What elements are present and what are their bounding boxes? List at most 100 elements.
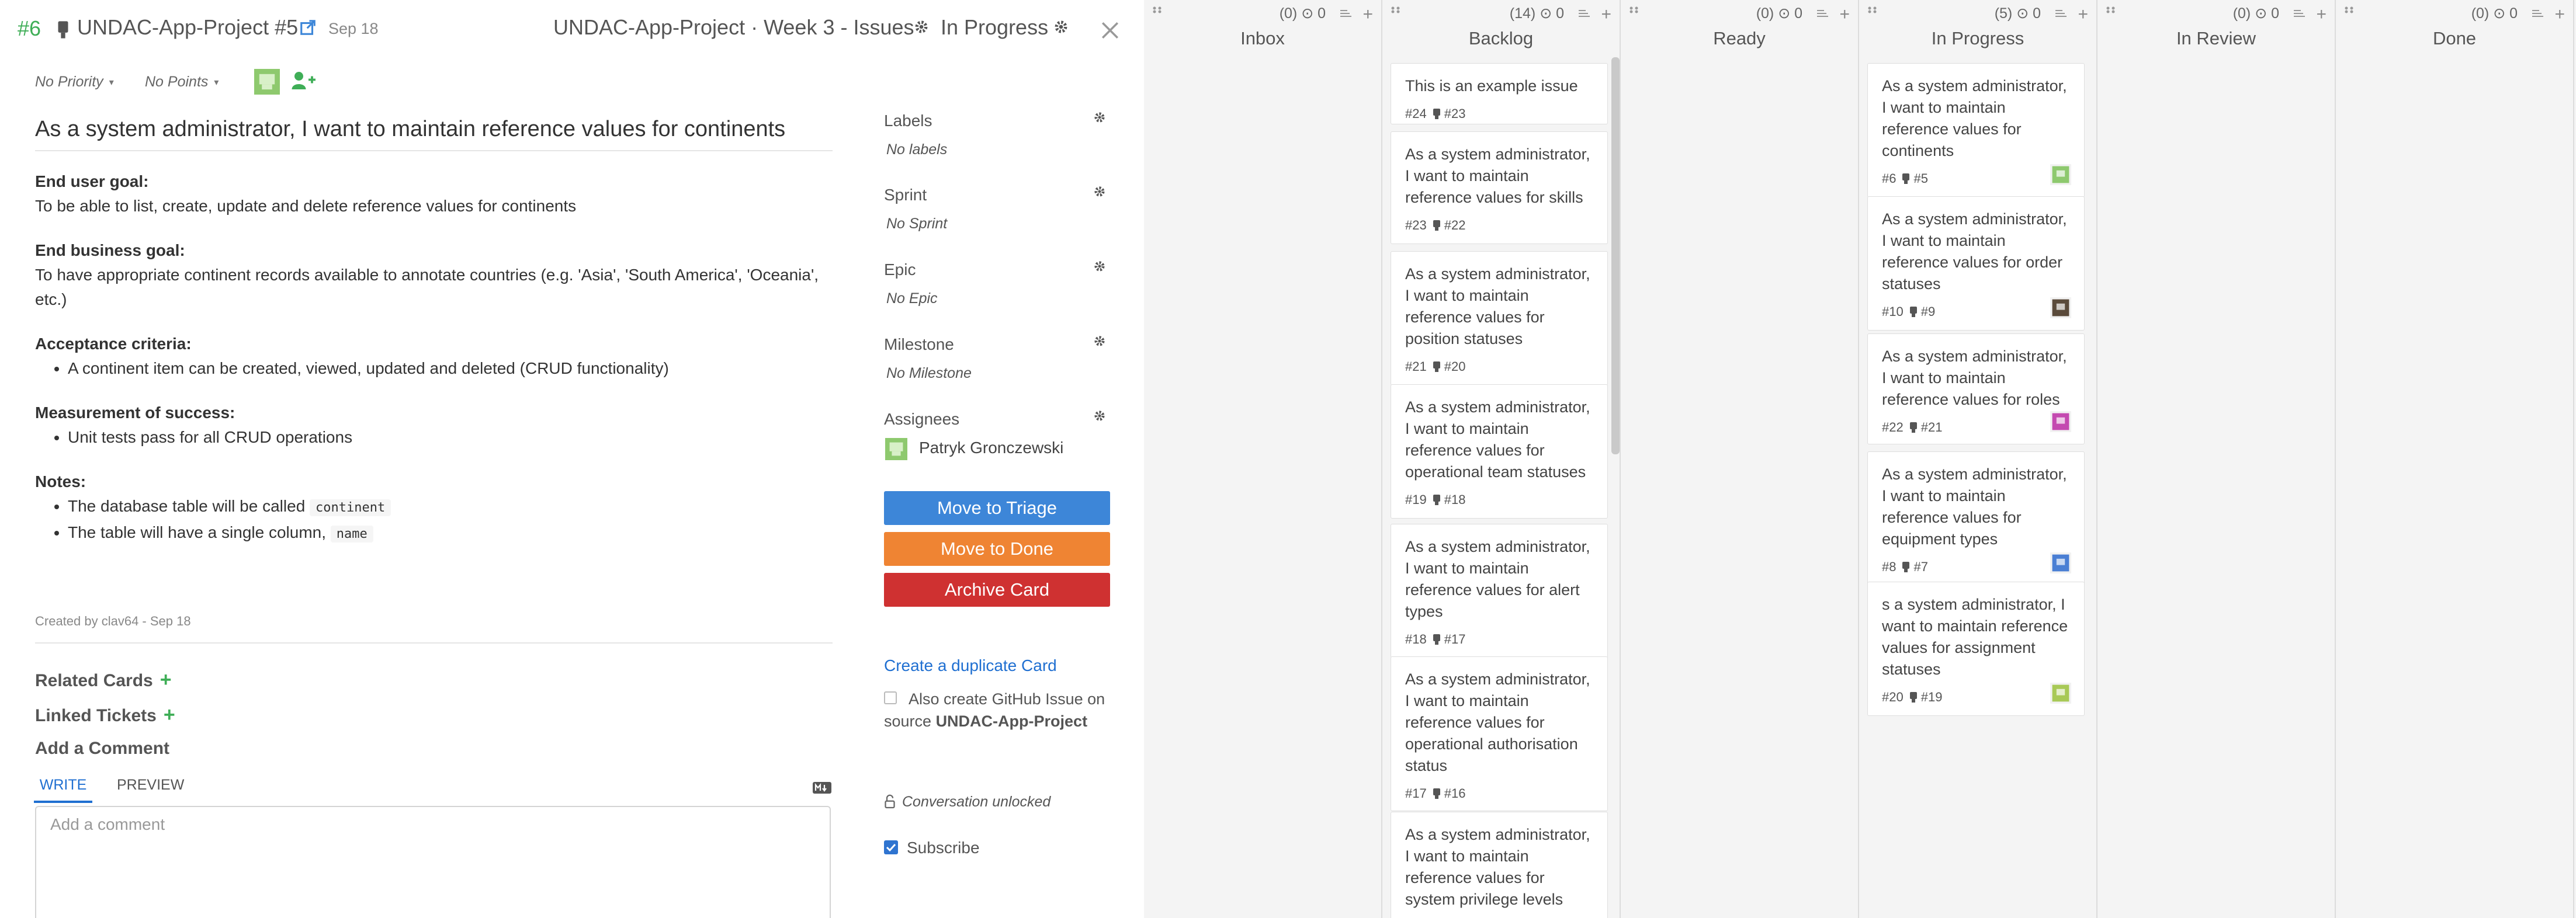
avatar[interactable] (2050, 164, 2071, 185)
gear-icon[interactable] (1094, 410, 1105, 422)
drag-handle-icon[interactable] (1867, 6, 1882, 14)
tab-write[interactable]: WRITE (34, 777, 92, 803)
add-card-button[interactable]: + (1601, 5, 1611, 25)
avatar[interactable] (2050, 297, 2071, 318)
drag-handle-icon[interactable] (2344, 6, 2359, 14)
issue-card[interactable]: As a system administrator, I want to mai… (1867, 451, 2085, 586)
avatar[interactable] (254, 69, 280, 95)
gear-icon[interactable] (1094, 112, 1105, 123)
add-card-button[interactable]: + (2078, 5, 2088, 25)
card-number[interactable]: #21 (1405, 359, 1427, 374)
sort-icon[interactable] (1816, 8, 1829, 19)
add-card-button[interactable]: + (1839, 5, 1850, 25)
close-icon[interactable] (1100, 20, 1120, 40)
card-number[interactable]: #19 (1405, 492, 1427, 507)
repo-link[interactable]: UNDAC-App-Project #5 (77, 15, 298, 40)
priority-dropdown[interactable]: No Priority ▾ (35, 74, 114, 91)
create-duplicate-link[interactable]: Create a duplicate Card (884, 656, 1057, 675)
sort-icon[interactable] (2054, 8, 2067, 19)
linked-pr-number[interactable]: #22 (1444, 218, 1466, 233)
card-number[interactable]: #17 (1405, 786, 1427, 801)
issue-card[interactable]: As a system administrator, I want to mai… (1391, 251, 1608, 385)
card-number[interactable]: #8 (1882, 559, 1896, 575)
milestone-value: No Milestone (886, 365, 972, 381)
issue-title[interactable]: As a system administrator, I want to mai… (35, 117, 833, 151)
linked-pr-number[interactable]: #18 (1444, 492, 1466, 507)
issue-card[interactable]: As a system administrator, I want to mai… (1391, 524, 1608, 658)
assignee-name[interactable]: Patryk Gronczewski (919, 439, 1063, 457)
sprint-breadcrumb[interactable]: UNDAC-App-Project · Week 3 - Issues (553, 15, 914, 40)
pipeline-status[interactable]: In Progress (941, 15, 1048, 40)
drag-handle-icon[interactable] (1391, 6, 1406, 14)
issue-card[interactable]: As a system administrator, I want to mai… (1867, 333, 2085, 444)
drag-handle-icon[interactable] (2106, 6, 2121, 14)
card-number[interactable]: #20 (1882, 690, 1904, 705)
points-dropdown[interactable]: No Points ▾ (145, 74, 219, 91)
sort-icon[interactable] (2293, 8, 2305, 19)
issue-card[interactable]: This is an example issue #24 #23 (1391, 63, 1608, 124)
linked-pr-number[interactable]: #16 (1444, 786, 1466, 801)
tab-preview[interactable]: PREVIEW (117, 777, 184, 794)
card-meta: #20 #19 (1882, 688, 2070, 706)
linked-pr-number[interactable]: #19 (1921, 690, 1943, 705)
card-number[interactable]: #18 (1405, 632, 1427, 647)
repo-icon (1433, 109, 1440, 119)
card-meta: #17 #16 (1405, 785, 1593, 802)
avatar[interactable] (2050, 552, 2071, 573)
scrollbar[interactable] (1611, 57, 1620, 454)
sort-icon[interactable] (2531, 8, 2544, 19)
gear-icon[interactable] (1094, 335, 1105, 347)
gear-icon[interactable] (1094, 186, 1105, 197)
external-link-icon[interactable] (299, 19, 317, 36)
issue-body: End user goal: To be able to list, creat… (35, 169, 835, 547)
add-linked-ticket-button[interactable]: + (164, 704, 175, 726)
sort-icon[interactable] (1578, 8, 1590, 19)
gear-icon[interactable] (1094, 260, 1105, 272)
sort-icon[interactable] (1339, 8, 1352, 19)
issue-number[interactable]: #6 (18, 16, 41, 41)
add-card-button[interactable]: + (2554, 5, 2565, 25)
card-number[interactable]: #24 (1405, 106, 1427, 121)
github-issue-checkbox[interactable] (884, 691, 897, 704)
linked-pr-number[interactable]: #5 (1913, 171, 1927, 186)
conversation-status[interactable]: Conversation unlocked (902, 794, 1050, 811)
add-card-button[interactable]: + (1362, 5, 1373, 25)
drag-handle-icon[interactable] (1152, 6, 1167, 14)
add-card-button[interactable]: + (2316, 5, 2327, 25)
issue-card[interactable]: As a system administrator, I want to mai… (1391, 384, 1608, 519)
milestone-heading: Milestone (884, 335, 954, 353)
avatar[interactable] (2050, 683, 2071, 704)
issue-card[interactable]: As a system administrator, I want to mai… (1391, 131, 1608, 244)
card-number[interactable]: #23 (1405, 218, 1427, 233)
avatar[interactable] (2050, 411, 2071, 432)
issue-card[interactable]: s a system administrator, I want to main… (1867, 582, 2085, 716)
linked-pr-number[interactable]: #17 (1444, 632, 1466, 647)
card-number[interactable]: #10 (1882, 304, 1904, 319)
note-item: The table will have a single column, nam… (68, 520, 835, 547)
move-to-done-button[interactable]: Move to Done (884, 532, 1110, 566)
move-to-triage-button[interactable]: Move to Triage (884, 491, 1110, 525)
add-related-card-button[interactable]: + (160, 669, 172, 691)
linked-pr-number[interactable]: #9 (1921, 304, 1935, 319)
issue-card[interactable]: As a system administrator, I want to mai… (1391, 656, 1608, 811)
column-title: In Progress (1931, 28, 2024, 48)
gear-icon[interactable] (915, 20, 928, 33)
archive-card-button[interactable]: Archive Card (884, 573, 1110, 607)
linked-pr-number[interactable]: #20 (1444, 359, 1466, 374)
linked-pr-number[interactable]: #7 (1913, 559, 1927, 575)
card-number[interactable]: #22 (1882, 420, 1904, 435)
subscribe-checkbox[interactable] (884, 840, 898, 854)
subscribe-label[interactable]: Subscribe (907, 839, 980, 857)
issue-card[interactable]: As a system administrator, I want to mai… (1867, 196, 2085, 331)
linked-pr-number[interactable]: #21 (1921, 420, 1943, 435)
column-title: Done (2432, 28, 2477, 48)
add-assignee-icon[interactable] (291, 70, 316, 91)
column-in-progress: (5) ⊙ 0 + In Progress As a system administr… (1859, 0, 2097, 918)
gear-icon[interactable] (1055, 20, 1067, 33)
drag-handle-icon[interactable] (1629, 6, 1644, 14)
comment-input[interactable] (35, 806, 831, 918)
card-number[interactable]: #6 (1882, 171, 1896, 186)
issue-card[interactable]: As a system administrator, I want to mai… (1391, 812, 1608, 918)
issue-card[interactable]: As a system administrator, I want to mai… (1867, 63, 2085, 197)
linked-pr-number[interactable]: #23 (1444, 106, 1466, 121)
